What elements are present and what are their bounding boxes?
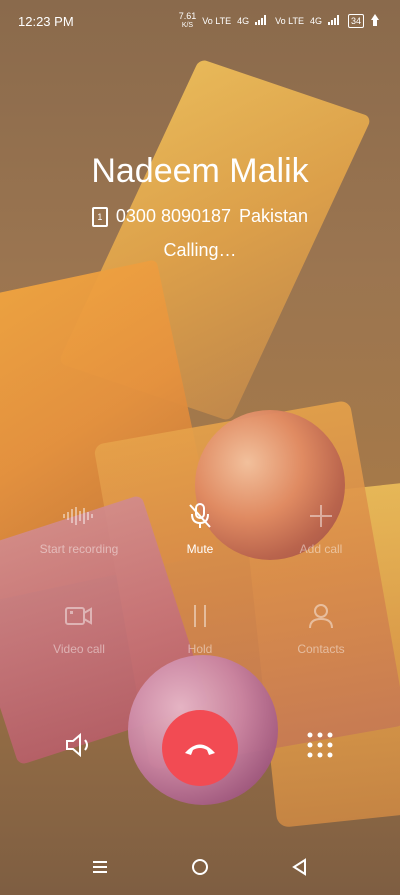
hold-button[interactable]: Hold <box>135 600 265 656</box>
contact-name: Nadeem Malik <box>91 152 309 190</box>
volte-label-2: Vo LTE <box>275 16 304 26</box>
call-status: Calling… <box>163 240 237 260</box>
person-icon <box>256 600 386 632</box>
video-camera-icon <box>14 600 144 632</box>
home-circle-icon <box>192 859 208 875</box>
video-call-button[interactable]: Video call <box>14 600 144 656</box>
contacts-label: Contacts <box>297 642 345 656</box>
end-call-button[interactable] <box>162 710 238 786</box>
sim-icon: 1 <box>91 206 108 227</box>
contact-number: 0300 8090187 <box>115 206 232 226</box>
waveform-icon <box>14 500 144 532</box>
signal-label-2: 4G <box>309 16 322 26</box>
volte-label-1: Vo LTE <box>202 16 232 26</box>
add-call-label: Add call <box>299 542 343 556</box>
recent-apps-button[interactable] <box>90 857 110 882</box>
navigation-bar <box>0 845 400 895</box>
keypad-button[interactable] <box>305 730 335 765</box>
hold-label: Hold <box>187 642 213 656</box>
bottom-call-controls <box>0 708 400 788</box>
hang-up-icon <box>185 744 215 755</box>
signal-icon <box>327 15 342 27</box>
plus-icon <box>256 500 386 532</box>
contact-country: Pakistan <box>239 206 309 226</box>
back-button[interactable] <box>290 857 310 882</box>
network-speed: 7.61 K/S <box>178 11 197 30</box>
status-time: 12:23 PM <box>18 14 74 29</box>
start-recording-label: Start recording <box>39 542 119 556</box>
speaker-icon <box>66 732 88 758</box>
signal-icon <box>255 15 269 27</box>
mute-microphone-icon <box>135 500 265 532</box>
status-icons: 7.61 K/S Vo LTE 4G Vo LTE 4G 34 <box>179 12 380 30</box>
notification-icon <box>370 14 380 28</box>
contacts-button[interactable]: Contacts <box>256 600 386 656</box>
signal-label-1: 4G <box>237 16 250 26</box>
contact-number-row: 1 0300 8090187 Pakistan <box>0 206 400 227</box>
video-call-label: Video call <box>53 642 105 656</box>
menu-icon <box>93 861 107 873</box>
mute-label: Mute <box>186 542 214 556</box>
speaker-button[interactable] <box>64 730 94 765</box>
pause-icon <box>135 600 265 632</box>
back-triangle-icon <box>292 858 306 876</box>
add-call-button[interactable]: Add call <box>256 500 386 556</box>
mute-button[interactable]: Mute <box>135 500 265 556</box>
status-bar: 12:23 PM 7.61 K/S Vo LTE 4G Vo LTE 4G 34 <box>0 0 400 42</box>
start-recording-button[interactable]: Start recording <box>14 500 144 556</box>
battery-icon: 34 <box>347 14 364 28</box>
home-button[interactable] <box>190 857 210 882</box>
dialpad-icon <box>307 732 333 758</box>
